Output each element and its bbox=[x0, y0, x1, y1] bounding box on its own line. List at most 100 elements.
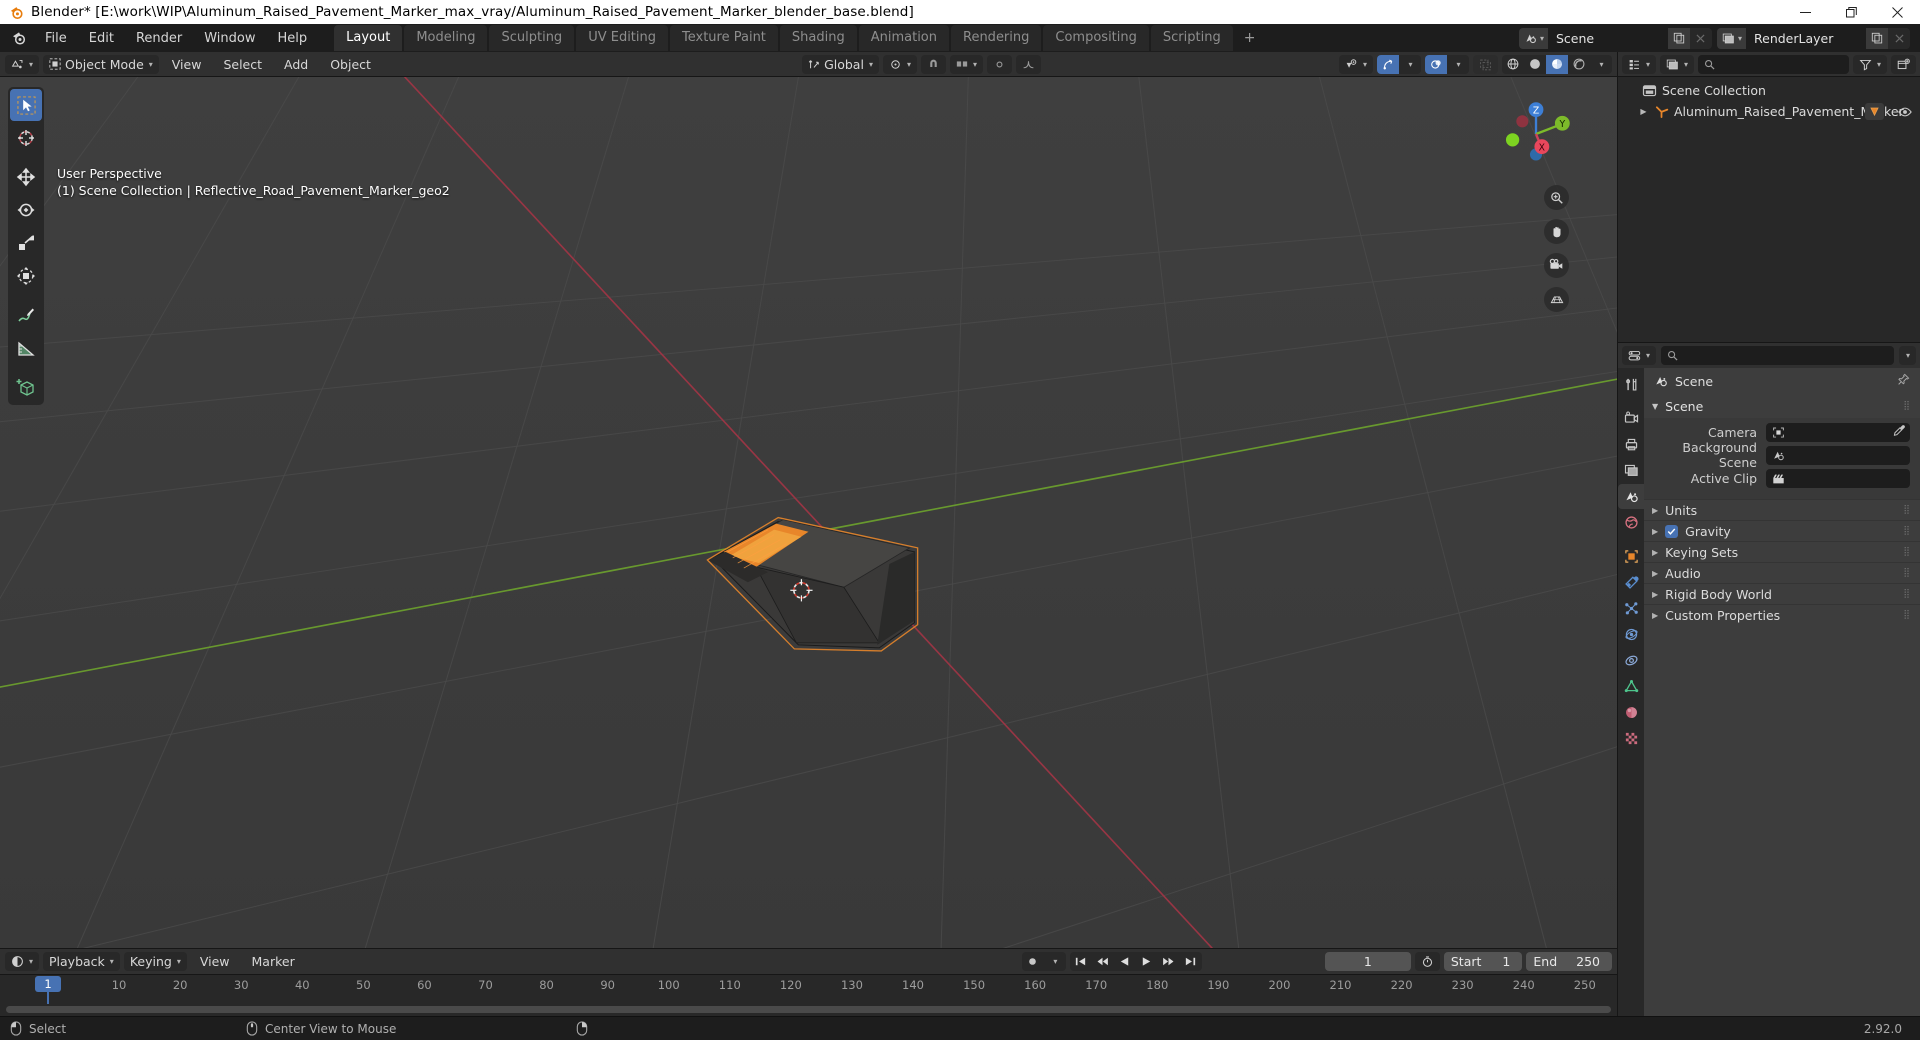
next-keyframe-icon[interactable] bbox=[1158, 952, 1180, 971]
outliner-editor-type-button[interactable]: ▾ bbox=[1622, 54, 1657, 74]
object-data-icon[interactable] bbox=[1865, 103, 1884, 120]
viewport-menu-add[interactable]: Add bbox=[275, 55, 317, 74]
frame-start-field[interactable]: Start 1 bbox=[1443, 952, 1523, 971]
tool-transform[interactable] bbox=[10, 260, 42, 292]
show-overlays-button[interactable] bbox=[1425, 54, 1447, 74]
properties-tab-render[interactable] bbox=[1618, 406, 1644, 431]
visibility-eye-icon[interactable] bbox=[1898, 105, 1912, 119]
delete-view-layer-button[interactable] bbox=[1888, 27, 1910, 49]
workspace-tab-scripting[interactable]: Scripting bbox=[1150, 25, 1233, 51]
proportional-falloff-button[interactable] bbox=[1015, 54, 1041, 74]
tool-add-cube[interactable] bbox=[10, 371, 42, 403]
snapping-magnet-button[interactable] bbox=[920, 54, 946, 74]
tool-tweak-select[interactable] bbox=[10, 89, 42, 121]
viewport-menu-select[interactable]: Select bbox=[214, 55, 271, 74]
workspace-tab-modeling[interactable]: Modeling bbox=[404, 25, 488, 51]
eyedropper-icon[interactable] bbox=[1892, 424, 1905, 441]
tool-rotate[interactable] bbox=[10, 194, 42, 226]
properties-tab-material[interactable] bbox=[1618, 700, 1644, 725]
properties-tab-object-data[interactable] bbox=[1618, 674, 1644, 699]
outliner-row-scene-collection[interactable]: Scene Collection bbox=[1618, 80, 1920, 101]
background-scene-field[interactable] bbox=[1766, 445, 1910, 465]
properties-editor-type-button[interactable]: ▾ bbox=[1622, 346, 1657, 365]
snap-settings-button[interactable]: ▾ bbox=[949, 54, 983, 74]
tool-move[interactable] bbox=[10, 161, 42, 193]
workspace-tab-rendering[interactable]: Rendering bbox=[951, 25, 1042, 51]
properties-section-audio[interactable]: ▶ Audio ⣿ bbox=[1644, 562, 1920, 583]
scene-selector[interactable]: ▾ Scene bbox=[1518, 27, 1712, 49]
gizmo-settings-dropdown[interactable]: ▾ bbox=[1399, 55, 1421, 74]
properties-section-rigid-body-world[interactable]: ▶ Rigid Body World ⣿ bbox=[1644, 583, 1920, 604]
properties-tab-scene[interactable] bbox=[1618, 484, 1644, 509]
view-layer-name-field[interactable]: RenderLayer bbox=[1746, 27, 1866, 49]
tool-scale[interactable] bbox=[10, 227, 42, 259]
window-close-button[interactable] bbox=[1874, 0, 1920, 24]
timeline-body[interactable]: 10 20 30 40 50 60 70 80 90 100 110 120 130 140 150 160 1… bbox=[0, 974, 1617, 1016]
expand-triangle-icon[interactable]: ▶ bbox=[1638, 107, 1649, 116]
properties-options-dropdown[interactable]: ▾ bbox=[1898, 346, 1916, 365]
menu-help[interactable]: Help bbox=[267, 28, 319, 49]
jump-end-icon[interactable] bbox=[1180, 952, 1202, 971]
timeline-menu-playback[interactable]: Playback ▾ bbox=[43, 952, 120, 971]
outliner-filter-button[interactable]: ▾ bbox=[1852, 54, 1887, 74]
viewport-menu-object[interactable]: Object bbox=[321, 55, 380, 74]
active-clip-field[interactable] bbox=[1766, 468, 1910, 488]
tool-annotate[interactable] bbox=[10, 299, 42, 331]
scene-icon[interactable]: ▾ bbox=[1518, 27, 1548, 49]
pivot-point-button[interactable]: ▾ bbox=[882, 54, 917, 74]
solid-shading-button[interactable] bbox=[1524, 55, 1546, 74]
view-layer-selector[interactable]: ▾ RenderLayer bbox=[1716, 27, 1910, 49]
outliner-display-mode-button[interactable]: ▾ bbox=[1660, 54, 1695, 74]
workspace-tab-animation[interactable]: Animation bbox=[858, 25, 949, 51]
interaction-mode-button[interactable]: Object Mode ▾ bbox=[43, 54, 159, 74]
window-minimize-button[interactable] bbox=[1782, 0, 1828, 24]
visibility-dropdown[interactable]: ▾ bbox=[1338, 54, 1373, 74]
outliner-search-input[interactable] bbox=[1698, 54, 1849, 74]
delete-scene-button[interactable] bbox=[1689, 27, 1712, 49]
editor-type-button[interactable]: ▾ bbox=[5, 54, 40, 74]
overlay-settings-dropdown[interactable]: ▾ bbox=[1447, 55, 1469, 74]
scene-name-field[interactable]: Scene bbox=[1547, 27, 1668, 49]
outliner-tree[interactable]: Scene Collection ▶ Aluminum_Raised_Pavem… bbox=[1618, 77, 1920, 342]
properties-tab-object[interactable] bbox=[1618, 544, 1644, 569]
workspace-tab-uv-editing[interactable]: UV Editing bbox=[576, 25, 669, 51]
jump-start-icon[interactable] bbox=[1070, 952, 1092, 971]
outliner-row-object[interactable]: ▶ Aluminum_Raised_Pavement_Marker bbox=[1618, 101, 1920, 122]
properties-tab-texture[interactable] bbox=[1618, 726, 1644, 751]
scene-panel-header[interactable]: ▼ Scene ⣿ bbox=[1644, 394, 1920, 418]
properties-search-input[interactable] bbox=[1661, 346, 1894, 365]
play-icon[interactable] bbox=[1136, 952, 1158, 971]
add-workspace-button[interactable]: + bbox=[1235, 26, 1265, 50]
menu-window[interactable]: Window bbox=[193, 28, 266, 49]
tool-cursor[interactable] bbox=[10, 122, 42, 154]
proportional-edit-button[interactable] bbox=[986, 54, 1012, 74]
frame-end-field[interactable]: End 250 bbox=[1526, 952, 1612, 971]
properties-tab-physics[interactable] bbox=[1618, 622, 1644, 647]
wireframe-shading-button[interactable] bbox=[1502, 55, 1524, 74]
rendered-shading-button[interactable] bbox=[1568, 55, 1590, 74]
workspace-tab-sculpting[interactable]: Sculpting bbox=[489, 25, 575, 51]
camera-view-icon[interactable] bbox=[1544, 253, 1569, 278]
workspace-tab-layout[interactable]: Layout bbox=[334, 25, 403, 51]
timeline-horizontal-scrollbar[interactable] bbox=[6, 1006, 1611, 1013]
timeline-menu-view[interactable]: View bbox=[191, 952, 239, 971]
toggle-ortho-icon[interactable] bbox=[1544, 287, 1569, 312]
new-view-layer-button[interactable] bbox=[1866, 27, 1888, 49]
properties-tab-tool[interactable] bbox=[1618, 372, 1644, 397]
timeline-ruler[interactable]: 10 20 30 40 50 60 70 80 90 100 110 120 130 140 150 160 1… bbox=[0, 975, 1617, 995]
menu-edit[interactable]: Edit bbox=[78, 28, 125, 49]
auto-keying-dropdown[interactable]: ▾ bbox=[1044, 952, 1066, 971]
transform-orientation-button[interactable]: Global ▾ bbox=[802, 54, 879, 74]
zoom-icon[interactable] bbox=[1544, 185, 1569, 210]
use-preview-range-icon[interactable] bbox=[1414, 952, 1440, 971]
properties-tab-world[interactable] bbox=[1618, 510, 1644, 535]
timeline-editor-icon[interactable]: ▾ bbox=[5, 952, 40, 971]
view-layer-icon[interactable]: ▾ bbox=[1716, 27, 1746, 49]
properties-tab-constraints[interactable] bbox=[1618, 648, 1644, 673]
outliner-new-collection-button[interactable] bbox=[1891, 54, 1916, 74]
new-scene-button[interactable] bbox=[1667, 27, 1690, 49]
prev-keyframe-icon[interactable] bbox=[1092, 952, 1114, 971]
tool-measure[interactable] bbox=[10, 332, 42, 364]
auto-keyframe-button[interactable] bbox=[1022, 952, 1044, 971]
show-gizmo-button[interactable] bbox=[1377, 54, 1399, 74]
